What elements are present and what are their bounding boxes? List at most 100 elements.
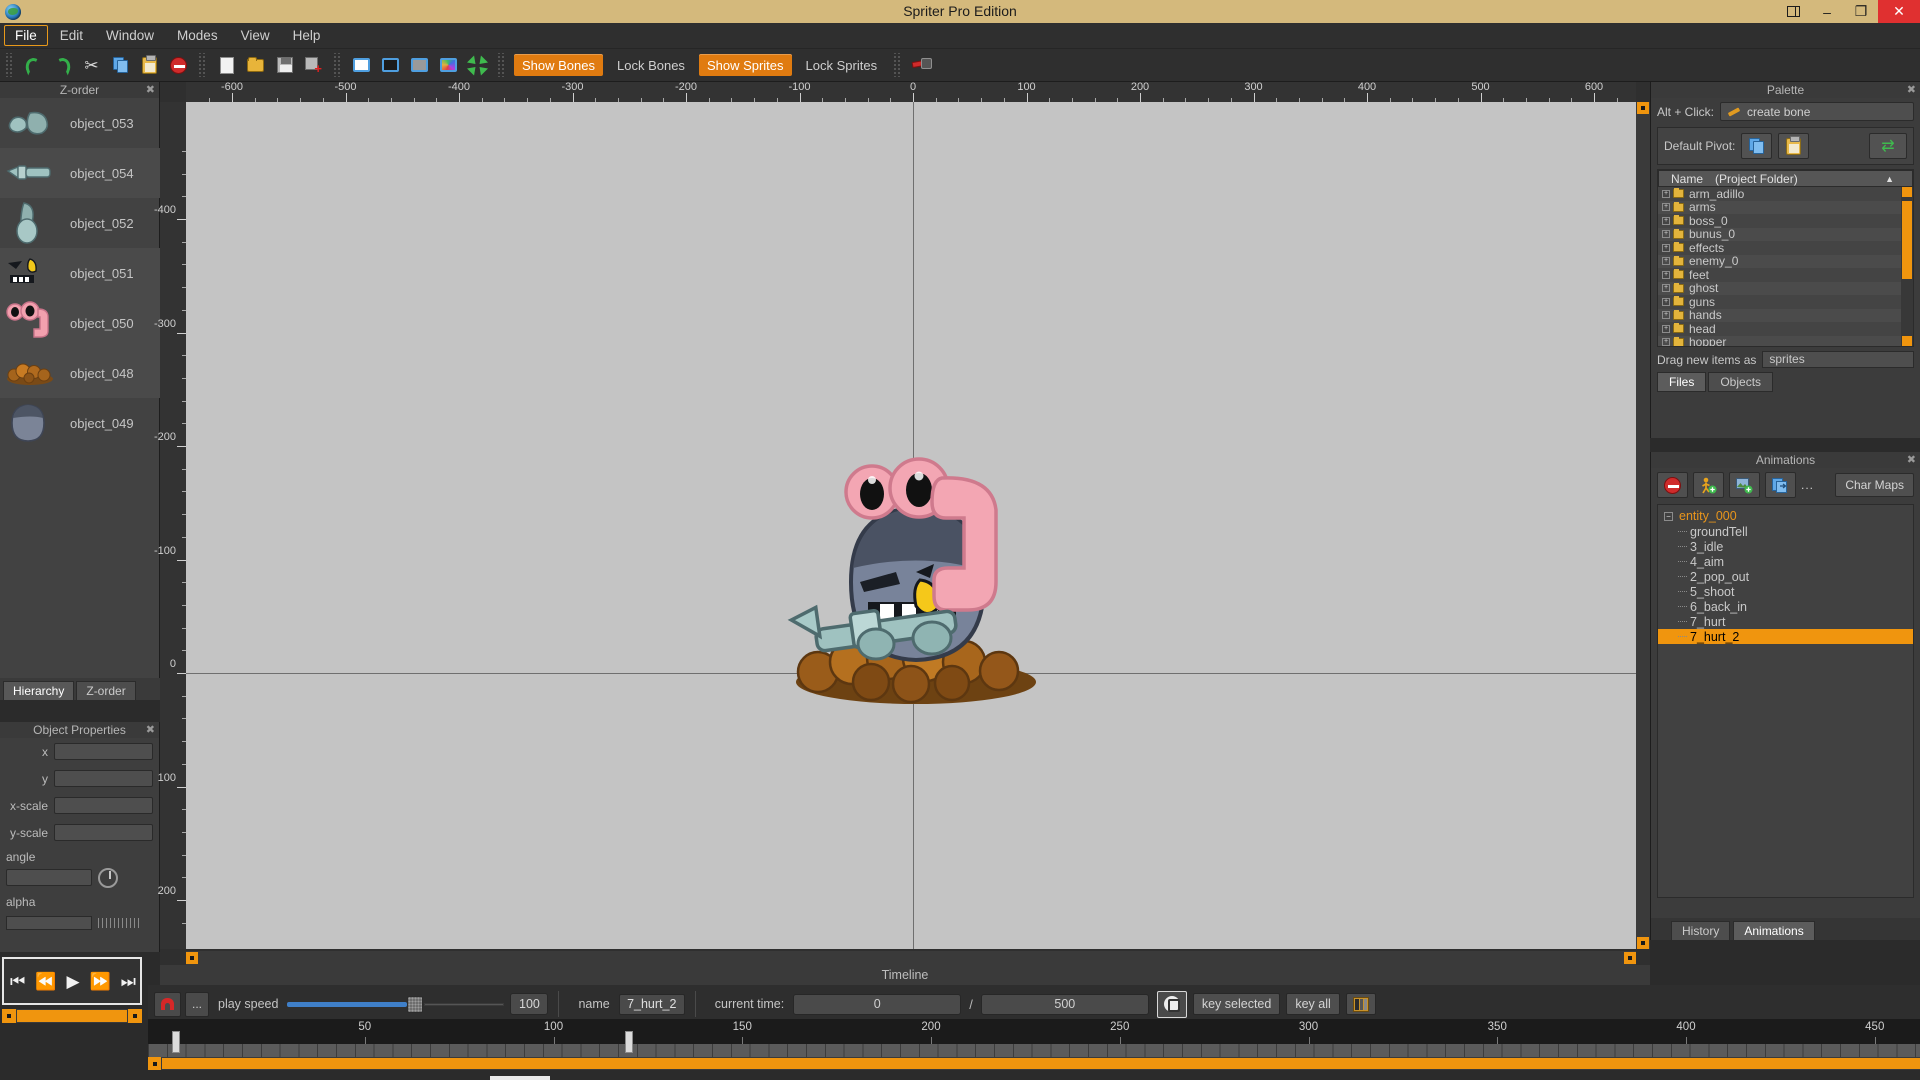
alpha-slider[interactable]	[98, 918, 142, 928]
menu-item-view[interactable]: View	[230, 25, 281, 46]
menu-item-help[interactable]: Help	[282, 25, 332, 46]
loop-icon[interactable]	[1157, 991, 1187, 1018]
angle-dial[interactable]	[98, 868, 118, 888]
play-speed-slider-track[interactable]	[287, 1002, 407, 1007]
list-item[interactable]: object_051	[0, 248, 160, 298]
close-icon[interactable]: ✖	[146, 82, 155, 98]
open-folder-icon[interactable]	[241, 52, 270, 78]
chevron-up-icon[interactable]: ▲	[1885, 174, 1894, 184]
expand-icon[interactable]: +	[1662, 217, 1670, 225]
bone-tool-icon[interactable]	[907, 52, 936, 78]
list-item[interactable]: +enemy_0	[1658, 255, 1901, 269]
more-options-button[interactable]: ...	[1801, 478, 1814, 492]
fast-forward-button[interactable]: ⏩	[90, 973, 109, 990]
tab-files[interactable]: Files	[1657, 372, 1706, 392]
show-sprites-toggle[interactable]: Show Sprites	[699, 54, 792, 76]
playback-scrollbar[interactable]	[2, 1009, 142, 1023]
tree-scrollbar[interactable]	[1901, 187, 1913, 346]
list-item[interactable]: object_053	[0, 98, 160, 148]
project-folder-tree[interactable]: Name (Project Folder) ▲ +arm_adillo +arm…	[1657, 169, 1914, 347]
list-item[interactable]: object_049	[0, 398, 160, 448]
new-document-icon[interactable]	[212, 52, 241, 78]
close-icon[interactable]: ✖	[1907, 82, 1916, 98]
delete-animation-button[interactable]	[1657, 472, 1688, 498]
list-item[interactable]: +arms	[1658, 201, 1901, 215]
list-item[interactable]: +feet	[1658, 268, 1901, 282]
pivot-copy-button[interactable]	[1741, 133, 1772, 159]
y-field[interactable]	[54, 770, 153, 787]
minus-box-icon[interactable]: −	[1664, 512, 1673, 521]
play-button[interactable]: ▶	[66, 973, 77, 990]
skip-to-start-button[interactable]: ⏮	[10, 973, 23, 990]
list-item[interactable]: 5_shoot	[1658, 584, 1913, 599]
scroll-down-button[interactable]	[1902, 336, 1912, 346]
scroll-up-button[interactable]	[1637, 102, 1649, 114]
background-black-icon[interactable]	[376, 52, 405, 78]
list-item[interactable]: +hands	[1658, 309, 1901, 323]
list-item[interactable]: +hopper	[1658, 336, 1901, 347]
list-item[interactable]: +head	[1658, 322, 1901, 336]
scroll-down-button[interactable]	[1637, 937, 1649, 949]
scroll-thumb[interactable]	[1902, 201, 1912, 279]
list-item[interactable]: object_052	[0, 198, 160, 248]
animations-tree[interactable]: − entity_000 groundTell 3_idle 4_aim 2_p…	[1657, 504, 1914, 898]
scroll-left-button[interactable]	[148, 1057, 161, 1070]
list-item[interactable]: +bunus_0	[1658, 228, 1901, 242]
cut-icon[interactable]: ✂	[77, 52, 106, 78]
toolbar-grip[interactable]	[5, 53, 14, 77]
background-grey-icon[interactable]	[405, 52, 434, 78]
list-item[interactable]: 7_hurt	[1658, 614, 1913, 629]
expand-icon[interactable]: +	[1662, 338, 1670, 346]
expand-icon[interactable]: +	[1662, 284, 1670, 292]
refresh-icon[interactable]: ⇄	[1869, 133, 1907, 159]
pivot-paste-button[interactable]	[1778, 133, 1809, 159]
save-as-icon[interactable]: +	[299, 52, 328, 78]
menu-item-modes[interactable]: Modes	[166, 25, 229, 46]
canvas-horizontal-scrollbar[interactable]	[186, 951, 1636, 965]
expand-icon[interactable]: +	[1662, 244, 1670, 252]
armadillo-enemy-sprite[interactable]	[756, 432, 1076, 712]
play-speed-slider-knob[interactable]	[407, 996, 423, 1013]
entity-row[interactable]: − entity_000	[1658, 508, 1913, 524]
alpha-field[interactable]	[6, 916, 92, 930]
y-scale-field[interactable]	[54, 824, 153, 841]
list-item[interactable]: 2_pop_out	[1658, 569, 1913, 584]
list-item[interactable]: 3_idle	[1658, 539, 1913, 554]
list-item[interactable]: +boss_0	[1658, 214, 1901, 228]
redo-icon[interactable]	[48, 52, 77, 78]
minimize-button[interactable]: –	[1810, 0, 1844, 23]
duplicate-animation-button[interactable]	[1765, 472, 1796, 498]
rewind-button[interactable]: ⏪	[35, 973, 54, 990]
lock-sprites-toggle[interactable]: Lock Sprites	[798, 54, 886, 76]
tab-animations[interactable]: Animations	[1733, 921, 1814, 940]
save-icon[interactable]	[270, 52, 299, 78]
scroll-thumb[interactable]	[17, 1010, 127, 1022]
canvas-vertical-scrollbar[interactable]	[1636, 102, 1650, 949]
timeline-keyframe[interactable]	[172, 1031, 180, 1053]
list-item[interactable]: object_054	[0, 148, 160, 198]
drag-new-items-dropdown[interactable]: sprites	[1762, 351, 1914, 368]
animation-name-field[interactable]: 7_hurt_2	[619, 994, 685, 1015]
expand-icon[interactable]: +	[1662, 230, 1670, 238]
expand-icon[interactable]: +	[1662, 298, 1670, 306]
menu-item-file[interactable]: File	[4, 25, 48, 46]
expand-icon[interactable]: +	[1662, 190, 1670, 198]
key-selected-button[interactable]: key selected	[1193, 993, 1280, 1015]
lock-bones-toggle[interactable]: Lock Bones	[609, 54, 693, 76]
char-maps-button[interactable]: Char Maps	[1835, 473, 1914, 497]
canvas-stage[interactable]	[186, 102, 1636, 949]
magnet-icon[interactable]	[154, 992, 181, 1017]
menu-item-window[interactable]: Window	[95, 25, 165, 46]
close-icon[interactable]: ✖	[146, 722, 155, 738]
expand-icon[interactable]: +	[1662, 271, 1670, 279]
list-item[interactable]: object_050	[0, 298, 160, 348]
close-icon[interactable]: ✖	[1907, 452, 1916, 468]
background-color-icon[interactable]	[434, 52, 463, 78]
delete-icon[interactable]	[164, 52, 193, 78]
list-item[interactable]: object_048	[0, 348, 160, 398]
scroll-thumb[interactable]	[162, 1058, 1920, 1069]
list-item-selected[interactable]: 7_hurt_2	[1658, 629, 1913, 644]
tab-history[interactable]: History	[1671, 921, 1730, 940]
toolbar-grip-4[interactable]	[497, 53, 506, 77]
undo-icon[interactable]	[19, 52, 48, 78]
